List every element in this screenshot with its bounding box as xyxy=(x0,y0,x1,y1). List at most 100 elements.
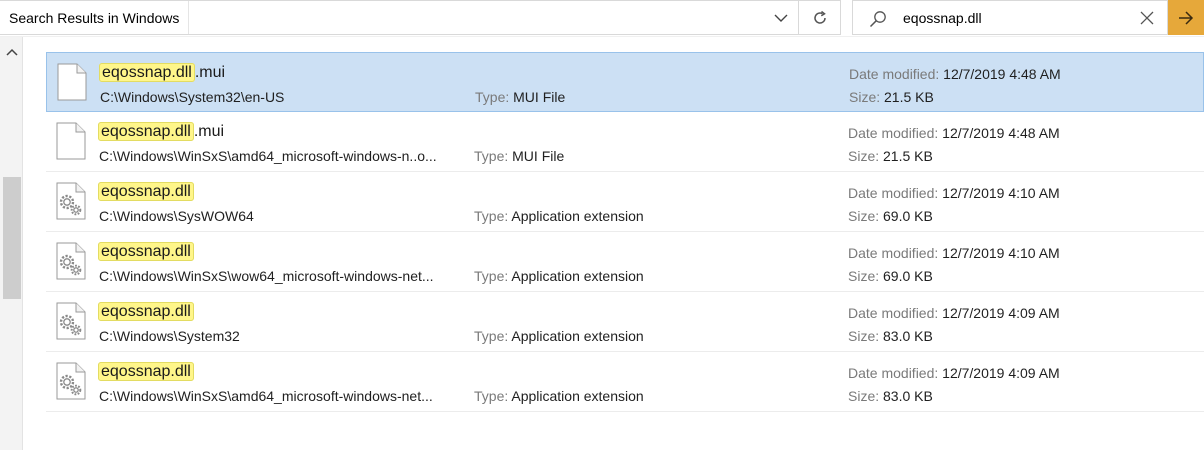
type-label: Type: xyxy=(474,388,509,404)
refresh-icon xyxy=(813,10,826,24)
type-value: MUI File xyxy=(512,148,565,164)
toolbar: Search Results in Windows eqossnap.dll xyxy=(0,0,1204,37)
dll-gear-icon xyxy=(56,242,86,280)
type-label: Type: xyxy=(475,89,510,105)
file-type: Type: Application extension xyxy=(474,267,644,285)
size-label: Size: xyxy=(848,148,880,164)
date-modified: Date modified: 12/7/2019 4:48 AM xyxy=(849,65,1061,83)
file-name[interactable]: eqossnap.dll xyxy=(98,301,194,323)
file-path: C:\Windows\System32 xyxy=(99,328,240,344)
refresh-button[interactable] xyxy=(799,0,841,35)
file-name-suffix: .mui xyxy=(194,64,226,81)
file-type: Type: Application extension xyxy=(474,207,644,225)
search-results-list: eqossnap.dll .mui C:\Windows\System32\en-… xyxy=(46,52,1204,412)
size-value: 83.0 KB xyxy=(883,328,933,344)
type-label: Type: xyxy=(474,208,509,224)
date-value: 12/7/2019 4:48 AM xyxy=(942,125,1060,141)
size-label: Size: xyxy=(848,208,880,224)
date-value: 12/7/2019 4:10 AM xyxy=(942,185,1060,201)
file-name[interactable]: eqossnap.dll xyxy=(98,361,194,383)
file-type: Type: Application extension xyxy=(474,387,644,405)
chevron-down-icon[interactable] xyxy=(768,6,794,30)
date-label: Date modified: xyxy=(848,185,939,201)
size-label: Size: xyxy=(849,89,881,105)
type-value: Application extension xyxy=(511,328,644,344)
file-name[interactable]: eqossnap.dll .mui xyxy=(99,62,225,84)
date-modified: Date modified: 12/7/2019 4:10 AM xyxy=(848,244,1060,262)
date-value: 12/7/2019 4:48 AM xyxy=(943,66,1061,82)
result-row[interactable]: eqossnap.dll .mui C:\Windows\WinSxS\amd64… xyxy=(46,112,1204,172)
type-label: Type: xyxy=(474,268,509,284)
size-value: 21.5 KB xyxy=(883,148,933,164)
search-icon xyxy=(869,11,886,28)
chevron-up-icon[interactable] xyxy=(6,48,18,56)
date-label: Date modified: xyxy=(848,245,939,261)
type-label: Type: xyxy=(474,148,509,164)
match-highlight: eqossnap.dll xyxy=(98,242,194,261)
close-icon[interactable] xyxy=(1140,11,1154,25)
file-size: Size: 69.0 KB xyxy=(848,267,933,285)
file-name[interactable]: eqossnap.dll .mui xyxy=(98,121,224,143)
match-highlight: eqossnap.dll xyxy=(98,122,194,141)
date-label: Date modified: xyxy=(849,66,940,82)
type-label: Type: xyxy=(474,328,509,344)
file-path: C:\Windows\System32\en-US xyxy=(100,89,285,105)
file-name[interactable]: eqossnap.dll xyxy=(98,241,194,263)
search-go-button[interactable] xyxy=(1168,0,1204,35)
size-value: 69.0 KB xyxy=(883,268,933,284)
type-value: Application extension xyxy=(511,388,644,404)
file-name-suffix: .mui xyxy=(193,123,225,140)
arrow-right-icon xyxy=(1179,10,1194,25)
date-label: Date modified: xyxy=(848,365,939,381)
match-highlight: eqossnap.dll xyxy=(98,362,194,381)
result-row[interactable]: eqossnap.dll C:\Windows\WinSxS\wow64_mic… xyxy=(46,232,1204,292)
size-value: 21.5 KB xyxy=(884,89,934,105)
file-size: Size: 21.5 KB xyxy=(849,88,934,106)
date-value: 12/7/2019 4:09 AM xyxy=(942,305,1060,321)
match-highlight: eqossnap.dll xyxy=(98,302,194,321)
scrollbar-thumb[interactable] xyxy=(3,177,21,299)
file-size: Size: 69.0 KB xyxy=(848,207,933,225)
date-modified: Date modified: 12/7/2019 4:09 AM xyxy=(848,364,1060,382)
document-icon xyxy=(57,63,87,101)
file-size: Size: 83.0 KB xyxy=(848,327,933,345)
file-type: Type: MUI File xyxy=(474,147,564,165)
type-value: Application extension xyxy=(511,208,644,224)
result-row[interactable]: eqossnap.dll C:\Windows\System32 Type: A… xyxy=(46,292,1204,352)
date-modified: Date modified: 12/7/2019 4:48 AM xyxy=(848,124,1060,142)
type-value: Application extension xyxy=(511,268,644,284)
result-row[interactable]: eqossnap.dll .mui C:\Windows\System32\en-… xyxy=(46,52,1204,112)
divider xyxy=(0,36,1204,37)
file-size: Size: 21.5 KB xyxy=(848,147,933,165)
type-value: MUI File xyxy=(513,89,566,105)
file-name[interactable]: eqossnap.dll xyxy=(98,181,194,203)
dll-gear-icon xyxy=(56,362,86,400)
date-modified: Date modified: 12/7/2019 4:10 AM xyxy=(848,184,1060,202)
search-input[interactable]: eqossnap.dll xyxy=(903,1,982,36)
size-label: Size: xyxy=(848,388,880,404)
file-path: C:\Windows\SysWOW64 xyxy=(99,208,254,224)
file-path: C:\Windows\WinSxS\amd64_microsoft-window… xyxy=(99,388,433,404)
date-label: Date modified: xyxy=(848,125,939,141)
search-box[interactable]: eqossnap.dll xyxy=(852,0,1168,35)
match-highlight: eqossnap.dll xyxy=(98,182,194,201)
file-size: Size: 83.0 KB xyxy=(848,387,933,405)
match-highlight: eqossnap.dll xyxy=(99,63,195,82)
navigation-pane-scrollbar[interactable] xyxy=(0,37,23,450)
file-type: Type: Application extension xyxy=(474,327,644,345)
file-type: Type: MUI File xyxy=(475,88,565,106)
size-label: Size: xyxy=(848,328,880,344)
address-bar[interactable]: Search Results in Windows xyxy=(0,0,799,35)
date-value: 12/7/2019 4:09 AM xyxy=(942,365,1060,381)
file-path: C:\Windows\WinSxS\wow64_microsoft-window… xyxy=(99,268,434,284)
file-path: C:\Windows\WinSxS\amd64_microsoft-window… xyxy=(99,148,437,164)
dll-gear-icon xyxy=(56,182,86,220)
date-modified: Date modified: 12/7/2019 4:09 AM xyxy=(848,304,1060,322)
address-location[interactable]: Search Results in Windows xyxy=(0,1,190,34)
document-icon xyxy=(56,122,86,160)
result-row[interactable]: eqossnap.dll C:\Windows\SysWOW64 Type: A… xyxy=(46,172,1204,232)
result-row[interactable]: eqossnap.dll C:\Windows\WinSxS\amd64_mic… xyxy=(46,352,1204,412)
dll-gear-icon xyxy=(56,302,86,340)
size-value: 69.0 KB xyxy=(883,208,933,224)
date-value: 12/7/2019 4:10 AM xyxy=(942,245,1060,261)
